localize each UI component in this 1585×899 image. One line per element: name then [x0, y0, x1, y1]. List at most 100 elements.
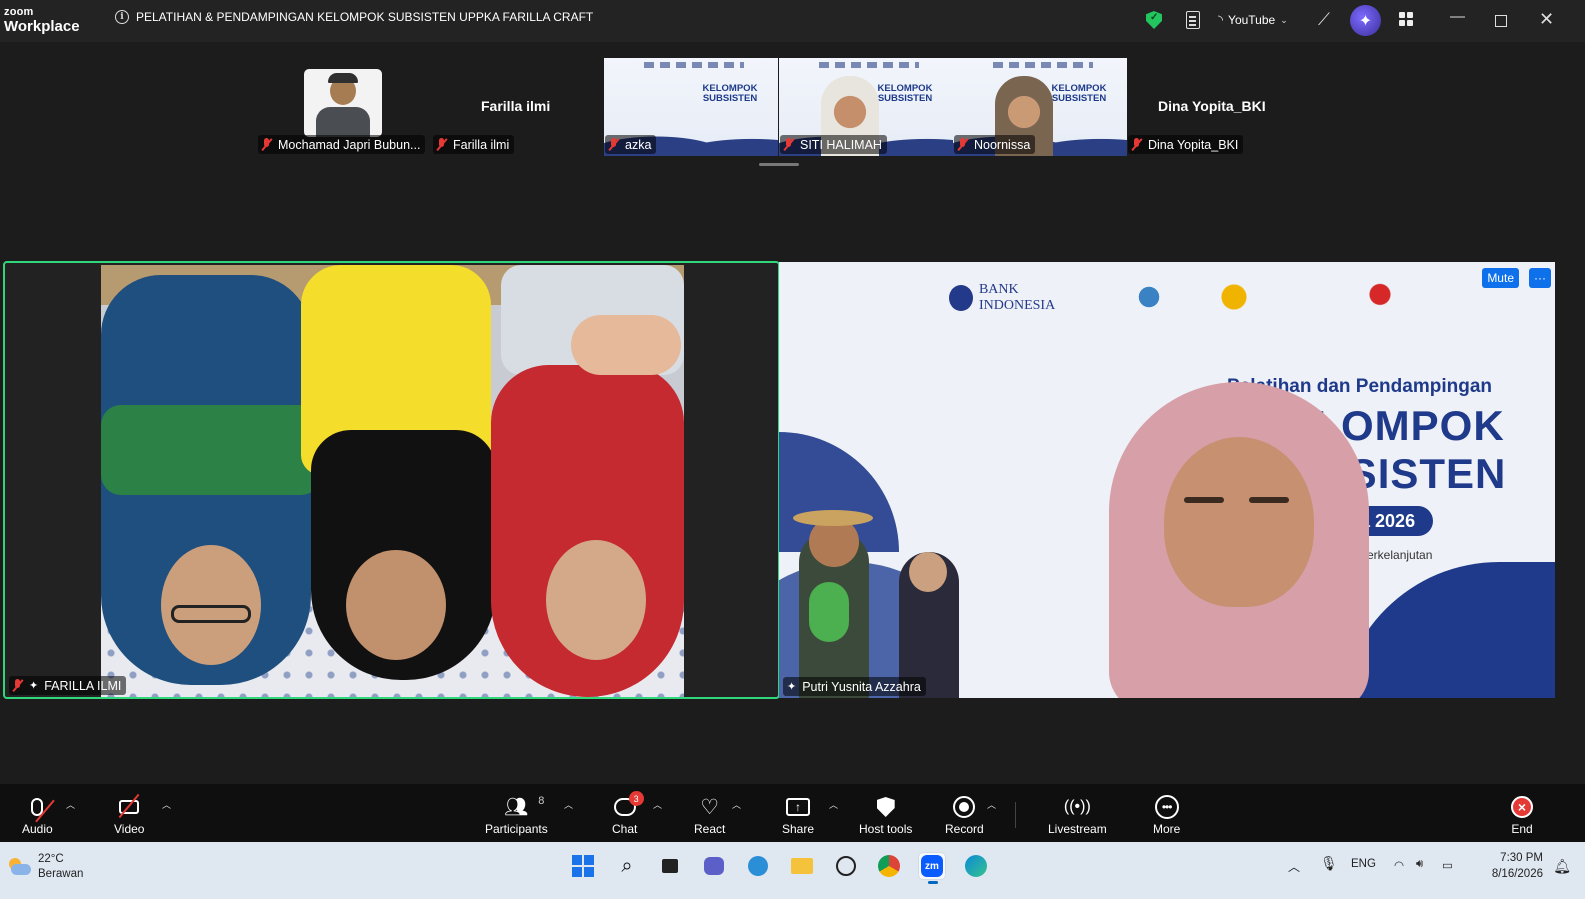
chrome-icon[interactable] — [875, 852, 903, 880]
windows-logo-icon — [572, 855, 594, 877]
livestream-button[interactable]: ((•)) Livestream — [1048, 793, 1107, 836]
mic-muted-icon — [958, 138, 967, 151]
slide-sub: Berkelanjutan — [1359, 548, 1433, 562]
more-dots-icon: ••• — [1154, 795, 1179, 819]
more-button[interactable]: ••• More — [1153, 793, 1180, 836]
maximize-button[interactable] — [1495, 15, 1507, 27]
language-indicator[interactable]: ENG — [1351, 858, 1376, 870]
bank-logo-text: BANK INDONESIA — [978, 282, 1056, 313]
whatsapp-icon[interactable] — [832, 852, 860, 880]
edge-browser-icon[interactable] — [962, 852, 990, 880]
livestream-youtube-dropdown[interactable]: ◝ YouTube ⌄ — [1218, 12, 1288, 28]
title-bar: zoom Workplace i PELATIHAN & PENDAMPINGA… — [0, 0, 1585, 42]
start-button[interactable] — [569, 852, 597, 880]
volume-icon[interactable]: 🔊︎ — [1416, 858, 1423, 871]
meeting-toolbar: Audio ︿ Video ︿ 👥︎ 8 Participants ︿ 3 Cha… — [0, 784, 1585, 842]
notification-bell-icon[interactable]: 🔔︎ — [1553, 858, 1571, 875]
meeting-info[interactable]: i PELATIHAN & PENDAMPINGAN KELOMPOK SUBS… — [115, 10, 593, 24]
zoom-app-icon[interactable]: zm — [918, 852, 946, 884]
battery-icon[interactable]: ▭ — [1442, 858, 1453, 872]
participant-name: azka — [625, 137, 652, 152]
video-tile[interactable]: BANK INDONESIA Pelatihan dan Pendampinga… — [779, 262, 1555, 698]
toolbar-divider — [1015, 802, 1016, 828]
mute-participant-button[interactable]: Mute — [1482, 268, 1519, 288]
minimize-button[interactable]: — — [1450, 9, 1465, 24]
livestream-icon: ((•)) — [1063, 798, 1091, 815]
file-explorer-icon[interactable] — [788, 852, 816, 880]
audio-options-caret[interactable]: ︿ — [66, 798, 75, 811]
logo-line2: Workplace — [4, 18, 80, 35]
logo-line1: zoom — [4, 6, 34, 18]
audio-button[interactable]: Audio — [22, 793, 53, 836]
participant-name: Putri Yusnita Azzahra — [802, 679, 921, 694]
teams-chat-icon[interactable] — [700, 852, 728, 880]
record-icon — [953, 796, 976, 818]
broadcast-icon: ◝ — [1218, 12, 1224, 27]
participant-tag: ✦ Putri Yusnita Azzahra — [783, 677, 926, 696]
meeting-title: PELATIHAN & PENDAMPINGAN KELOMPOK SUBSIS… — [136, 10, 594, 24]
video-tile-active-speaker[interactable]: ✦ FARILLA ILMI — [3, 261, 780, 699]
system-clock[interactable]: 7:30 PM 8/16/2026 — [1492, 850, 1543, 882]
slide-title-2: SUBSISTEN — [877, 93, 933, 104]
participant-tag: Mochamad Japri Bubun... — [258, 135, 426, 154]
end-meeting-button[interactable]: × End — [1511, 793, 1533, 836]
video-options-caret[interactable]: ︿ — [162, 798, 171, 811]
host-tools-label: Host tools — [859, 822, 913, 836]
participant-tag: Farilla ilmi — [433, 135, 515, 154]
edge-sync-icon[interactable] — [744, 852, 772, 880]
participant-tag: Noornissa — [954, 135, 1036, 154]
info-icon[interactable]: i — [115, 10, 129, 24]
share-options-caret[interactable]: ︿ — [829, 798, 838, 811]
mic-muted-icon — [609, 138, 618, 151]
record-options-caret[interactable]: ︿ — [987, 798, 996, 811]
participants-options-caret[interactable]: ︿ — [564, 798, 573, 811]
task-view-icon[interactable] — [656, 852, 684, 880]
participant-strip: Mochamad Japri Bubun... Farilla ilmi Far… — [0, 42, 1585, 177]
strip-scroll-handle[interactable] — [759, 163, 799, 166]
chat-badge: 3 — [628, 791, 644, 806]
react-options-caret[interactable]: ︿ — [732, 798, 741, 811]
react-button[interactable]: ♡ React — [694, 793, 726, 837]
video-button[interactable]: Video — [114, 793, 144, 836]
participants-button[interactable]: 👥︎ 8 Participants — [485, 793, 548, 836]
participant-display-name: Farilla ilmi — [481, 98, 551, 114]
participant-video — [101, 265, 684, 697]
tray-overflow-chevron-icon[interactable]: ︿ — [1288, 858, 1300, 875]
participants-count: 8 — [538, 795, 545, 807]
mic-muted-icon — [437, 138, 446, 151]
record-button[interactable]: Record — [945, 793, 984, 836]
clock-date: 8/16/2026 — [1491, 868, 1543, 880]
os-taskbar: 22°C Berawan ⌕ zm ︿ 🎙︎ ENG ◠ 🔊︎ ▭ 7:30 P… — [0, 842, 1585, 899]
slide-title-2: SUBSISTEN — [1051, 93, 1107, 104]
close-button[interactable]: ✕ — [1539, 10, 1554, 28]
apps-grid-icon[interactable] — [1399, 12, 1413, 26]
clock-time: 7:30 PM — [1500, 852, 1543, 864]
chat-options-caret[interactable]: ︿ — [653, 798, 662, 811]
wifi-icon[interactable]: ◠ — [1394, 858, 1404, 872]
mic-muted-icon — [784, 138, 793, 151]
weather-widget[interactable]: 22°C Berawan — [6, 852, 83, 882]
slide-title-2: SUBSISTEN — [702, 93, 758, 104]
participant-tag: ✦ FARILLA ILMI — [9, 676, 127, 695]
temperature: 22°C — [38, 853, 64, 865]
microphone-tray-icon[interactable]: 🎙︎ — [1320, 855, 1338, 872]
chat-button[interactable]: 3 Chat — [612, 791, 644, 836]
encryption-shield-icon[interactable] — [1146, 11, 1162, 29]
participant-name: FARILLA ILMI — [44, 678, 122, 693]
participant-display-name: Dina Yopita_BKI — [1158, 98, 1266, 114]
tile-more-options-button[interactable]: ··· — [1529, 268, 1551, 288]
ai-companion-icon[interactable]: ✦ — [1350, 5, 1381, 36]
search-icon[interactable]: ⌕ — [613, 852, 641, 880]
bank-logo: BANK INDONESIA — [949, 280, 1089, 316]
share-button[interactable]: ↑ Share — [782, 793, 814, 836]
end-label: End — [1511, 822, 1533, 836]
notes-icon[interactable] — [1186, 11, 1200, 29]
host-tools-button[interactable]: Host tools — [859, 793, 912, 836]
audio-label: Audio — [22, 822, 53, 836]
mic-muted-icon — [1132, 138, 1141, 151]
react-label: React — [694, 822, 726, 836]
chevron-down-icon: ⌄ — [1280, 14, 1288, 25]
participant-name: Mochamad Japri Bubun... — [278, 137, 421, 152]
magic-wand-icon[interactable]: ⟋ — [1318, 10, 1330, 30]
pin-icon: ✦ — [29, 680, 39, 692]
